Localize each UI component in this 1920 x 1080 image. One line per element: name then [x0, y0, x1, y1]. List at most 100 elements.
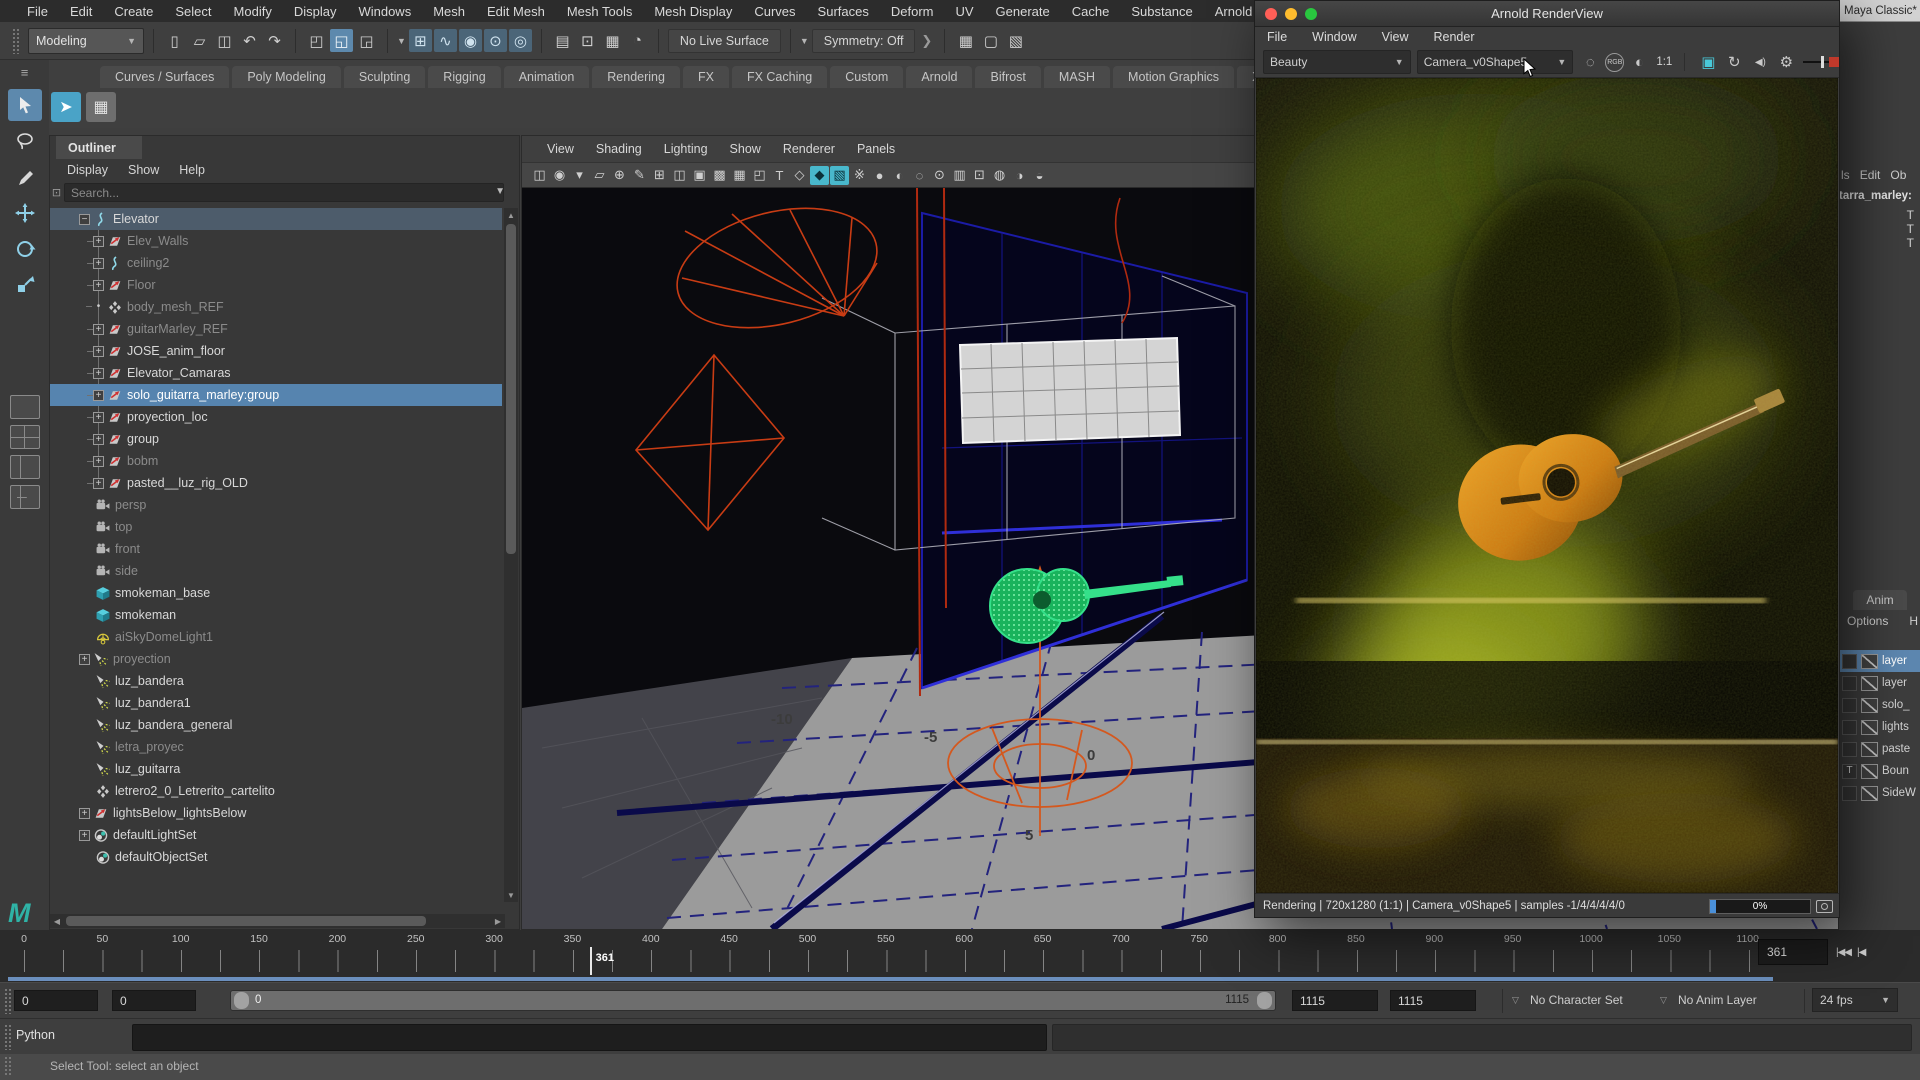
camera-select-icon[interactable]: ◫	[530, 166, 549, 185]
channel-attr[interactable]: T	[1907, 208, 1914, 222]
layer-swatch-icon[interactable]	[1861, 698, 1878, 713]
menu-cache[interactable]: Cache	[1061, 4, 1121, 19]
outliner-menu-show[interactable]: Show	[119, 163, 168, 177]
menu-uv[interactable]: UV	[944, 4, 984, 19]
render-icon[interactable]: ◔	[626, 29, 649, 52]
shelf-tab-curves-surfaces[interactable]: Curves / Surfaces	[100, 66, 229, 88]
outliner-item-luz-guitarra[interactable]: luz_guitarra	[50, 758, 502, 780]
expand-section-icon[interactable]: ❯	[921, 33, 932, 49]
arnold-menu-render[interactable]: Render	[1434, 30, 1488, 44]
outliner-item-defaultobjectset[interactable]: defaultObjectSet	[50, 846, 502, 868]
display-layer-lights-3[interactable]: lights	[1839, 716, 1920, 738]
viewport-menu-shading[interactable]: Shading	[585, 142, 653, 156]
outliner-item-bobm[interactable]: +bobm	[50, 450, 502, 472]
settings-gear-icon[interactable]: ⚙	[1775, 51, 1797, 73]
anim-layer-tab[interactable]: Anim	[1853, 590, 1907, 610]
image-plane-icon[interactable]: ▱	[590, 166, 609, 185]
outliner-item-smokeman-base[interactable]: smokeman_base	[50, 582, 502, 604]
gate-mask-icon[interactable]: ▩	[710, 166, 729, 185]
snap-curve-icon[interactable]: ∿	[434, 29, 457, 52]
layers-options-menu[interactable]: Options	[1847, 614, 1888, 628]
scroll-down-icon[interactable]: ▼	[504, 888, 518, 902]
command-language-label[interactable]: Python	[16, 1028, 55, 1042]
two-pane-layout-button[interactable]	[10, 455, 40, 479]
undo-icon[interactable]: ↶	[238, 29, 261, 52]
menu-modify[interactable]: Modify	[223, 4, 283, 19]
outliner-item-letrero2-0-letrerito-cartelito[interactable]: letrero2_0_Letrerito_cartelito	[50, 780, 502, 802]
display-layer-paste-4[interactable]: paste	[1839, 738, 1920, 760]
open-scene-icon[interactable]: ▱	[188, 29, 211, 52]
move-tool[interactable]	[8, 197, 42, 229]
viewport-menu-view[interactable]: View	[536, 142, 585, 156]
outliner-item-persp[interactable]: persp	[50, 494, 502, 516]
range-end-handle[interactable]	[1257, 992, 1272, 1009]
expand-icon[interactable]: +	[93, 258, 104, 269]
four-pane-layout-button[interactable]	[10, 425, 40, 449]
shelf-tab-rigging[interactable]: Rigging	[428, 66, 500, 88]
viewport-menu-lighting[interactable]: Lighting	[653, 142, 719, 156]
expand-icon[interactable]: +	[79, 830, 90, 841]
menu-edit-mesh[interactable]: Edit Mesh	[476, 4, 556, 19]
arnold-menu-view[interactable]: View	[1382, 30, 1422, 44]
expand-icon[interactable]: +	[93, 280, 104, 291]
menu-file[interactable]: File	[16, 4, 59, 19]
minimize-icon[interactable]	[1285, 8, 1297, 20]
range-slider-track[interactable]: 0 1115	[230, 990, 1276, 1011]
zoom-ratio-label[interactable]: 1:1	[1656, 56, 1672, 68]
swatch-icon[interactable]: ▢	[979, 29, 1002, 52]
chevron-down-icon[interactable]: ▼	[800, 36, 809, 46]
outliner-item-jose-anim-floor[interactable]: +JOSE_anim_floor	[50, 340, 502, 362]
outliner-search-input[interactable]: Search...	[64, 183, 504, 202]
chevron-down-icon[interactable]: ▽	[1512, 995, 1519, 1006]
layer-swatch-icon[interactable]	[1861, 764, 1878, 779]
field-chart-icon[interactable]: ▦	[730, 166, 749, 185]
isolate-select-icon[interactable]: ⊡	[970, 166, 989, 185]
object-menu[interactable]: Ob	[1890, 168, 1906, 182]
outliner-item-luz-bandera1[interactable]: luz_bandera1	[50, 692, 502, 714]
layer-visibility-toggle[interactable]	[1842, 676, 1857, 691]
current-frame-field[interactable]	[1758, 939, 1828, 965]
layer-swatch-icon[interactable]	[1861, 720, 1878, 735]
shelf-grid-tool-button[interactable]: ▦	[86, 92, 116, 122]
outliner-item-proyection[interactable]: +proyection	[50, 648, 502, 670]
shelf-tab-fx-caching[interactable]: FX Caching	[732, 66, 827, 88]
viewport-menu-show[interactable]: Show	[719, 142, 772, 156]
close-icon[interactable]	[1265, 8, 1277, 20]
expand-icon[interactable]: +	[93, 236, 104, 247]
outliner-item-letra-proyec[interactable]: letra_proyec	[50, 736, 502, 758]
outliner-menu-display[interactable]: Display	[58, 163, 117, 177]
expand-icon[interactable]: +	[93, 478, 104, 489]
layer-swatch-icon[interactable]	[1861, 786, 1878, 801]
scroll-left-icon[interactable]: ◀	[50, 914, 64, 928]
viewport-menu-panels[interactable]: Panels	[846, 142, 906, 156]
textured-icon[interactable]: ▧	[830, 166, 849, 185]
drag-handle[interactable]	[12, 28, 19, 54]
bookmark-icon[interactable]: ▾	[570, 166, 589, 185]
layers-help-menu[interactable]: H	[1909, 614, 1918, 628]
menu-create[interactable]: Create	[103, 4, 164, 19]
display-layer-boun-5[interactable]: TBoun	[1839, 760, 1920, 782]
single-pane-layout-button[interactable]	[10, 395, 40, 419]
shelf-tab-custom[interactable]: Custom	[830, 66, 903, 88]
outliner-item-side[interactable]: side	[50, 560, 502, 582]
scrollbar-thumb[interactable]	[506, 224, 516, 554]
edit-menu[interactable]: Edit	[1860, 168, 1881, 182]
channel-attr[interactable]: T	[1907, 236, 1914, 250]
menu-set-dropdown[interactable]: Modeling▼	[28, 28, 144, 54]
shadows-icon[interactable]: ●	[870, 166, 889, 185]
menu-display[interactable]: Display	[283, 4, 348, 19]
layer-visibility-toggle[interactable]	[1842, 786, 1857, 801]
outliner-item-luz-bandera[interactable]: luz_bandera	[50, 670, 502, 692]
layer-swatch-icon[interactable]	[1861, 676, 1878, 691]
slider-red-handle[interactable]	[1829, 57, 1839, 67]
shelf-tab-mash[interactable]: MASH	[1044, 66, 1110, 88]
expand-icon[interactable]: +	[93, 434, 104, 445]
menu-select[interactable]: Select	[164, 4, 222, 19]
channels-menu[interactable]: ls	[1841, 168, 1850, 182]
step-back-button[interactable]: |◀	[1857, 947, 1865, 958]
display-layer-layer-0[interactable]: layer	[1839, 650, 1920, 672]
go-to-start-button[interactable]: |◀◀	[1836, 947, 1851, 958]
shelf-tab-rendering[interactable]: Rendering	[592, 66, 680, 88]
shelf-tab-arnold[interactable]: Arnold	[906, 66, 972, 88]
fps-dropdown[interactable]: 24 fps▼	[1812, 988, 1898, 1012]
